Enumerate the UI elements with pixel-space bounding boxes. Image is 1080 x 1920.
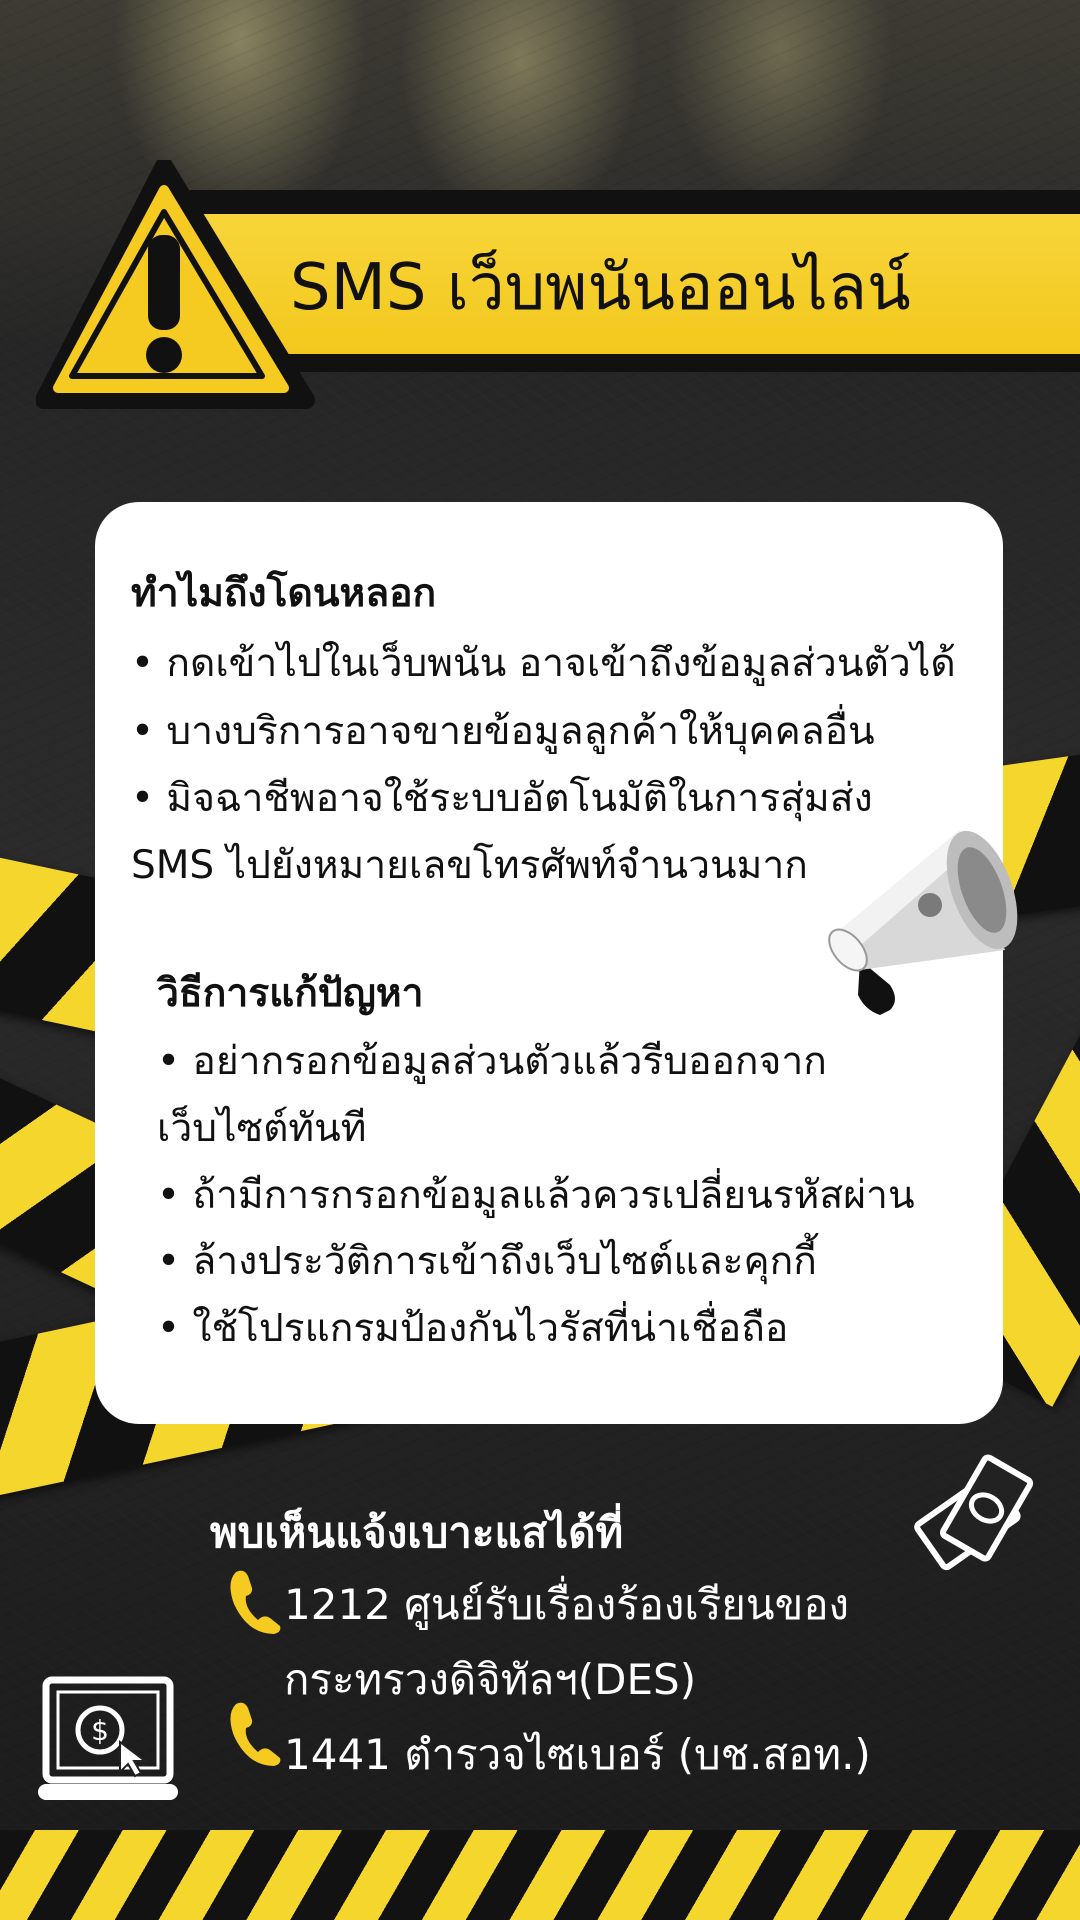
title-banner-stripe: SMS เว็บพนันออนไลน์	[190, 210, 1080, 358]
why-heading: ทำไมถึงโดนหลอก	[131, 571, 437, 616]
title-banner: SMS เว็บพนันออนไลน์	[190, 190, 1080, 372]
fix-line-4: • ล้างประวัติการเข้าถึงเว็บไซต์และคุกกี้	[157, 1239, 817, 1284]
contact-2-line-1: 1441 ตำรวจไซเบอร์ (บช.สอท.)	[284, 1730, 871, 1779]
fix-line-2: เว็บไซต์ทันที	[157, 1106, 367, 1151]
report-title: พบเห็นแจ้งเบาะแสได้ที่	[210, 1508, 624, 1557]
contact-1-line-1: 1212 ศูนย์รับเรื่องร้องเรียนของ	[284, 1580, 850, 1629]
phone-icon	[230, 1570, 281, 1634]
fix-line-3: • ถ้ามีการกรอกข้อมูลแล้วควรเปลี่ยนรหัสผ่…	[157, 1173, 915, 1218]
fix-line-1: • อย่ากรอกข้อมูลส่วนตัวแล้วรีบออกจาก	[157, 1039, 827, 1084]
why-line-3: • มิจฉาชีพอาจใช้ระบบอัตโนมัติในการสุ่มส่…	[131, 776, 873, 821]
laptop-dollar-icon: $	[38, 1676, 178, 1800]
money-icon	[914, 1454, 1034, 1571]
svg-text:$: $	[91, 1714, 109, 1747]
megaphone-icon	[828, 830, 1018, 1015]
why-line-2: • บางบริการอาจขายข้อมูลลูกค้าให้บุคคลอื่…	[131, 709, 875, 754]
phone-icon	[230, 1702, 281, 1766]
fix-heading: วิธีการแก้ปัญหา	[157, 971, 424, 1016]
warning-sign-icon	[36, 160, 315, 409]
contact-1-line-2: กระทรวงดิจิทัลฯ(DES)	[284, 1655, 697, 1704]
page-title: SMS เว็บพนันออนไลน์	[290, 251, 911, 325]
fix-line-5: • ใช้โปรแกรมป้องกันไวรัสที่น่าเชื่อถือ	[157, 1306, 789, 1351]
why-line-4: SMS ไปยังหมายเลขโทรศัพท์จำนวนมาก	[131, 843, 808, 888]
caution-tape-bottom	[0, 1830, 1080, 1920]
why-line-1: • กดเข้าไปในเว็บพนัน อาจเข้าถึงข้อมูลส่ว…	[131, 641, 956, 686]
